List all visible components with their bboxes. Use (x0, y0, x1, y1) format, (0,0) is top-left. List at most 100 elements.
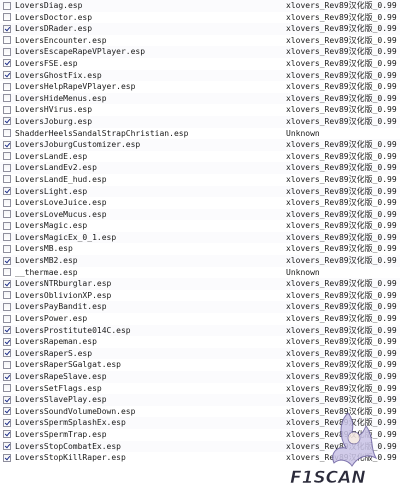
plugin-checkbox[interactable] (3, 129, 11, 138)
plugin-checkbox[interactable] (3, 384, 11, 393)
plugin-row[interactable]: ShadderHeelsSandalStrapChristian.esp Unkn… (0, 128, 400, 140)
plugin-row[interactable]: LoversDiag.esp xlovers_Rev89汉化版_0.99 (0, 0, 400, 12)
plugin-row[interactable]: LoversRaperS.esp xlovers_Rev89汉化版_0.99 (0, 347, 400, 360)
plugin-name: LoversFSE.esp (15, 58, 78, 68)
plugin-row[interactable]: LoversNTRburglar.esp xlovers_Rev89汉化版_0.9… (0, 278, 400, 290)
plugin-row[interactable]: LoversRapeman.esp xlovers_Rev89汉化版_0.99 (0, 336, 400, 348)
plugin-checkbox[interactable] (3, 117, 11, 126)
plugin-name: LoversSlavePlay.esp (15, 395, 107, 405)
plugin-master: xlovers_Rev89汉化版_0.99 (286, 163, 397, 173)
plugin-checkbox[interactable] (3, 36, 11, 45)
plugin-checkbox[interactable] (3, 314, 11, 323)
plugin-row[interactable]: LoversHVirus.esp xlovers_Rev89汉化版_0.99 (0, 104, 400, 116)
plugin-name: LoversLight.esp (15, 186, 88, 196)
plugin-name: LoversDiag.esp (15, 1, 83, 10)
plugin-row[interactable]: LoversLandE_hud.esp xlovers_Rev89汉化版_0.99 (0, 174, 400, 186)
plugin-checkbox[interactable] (3, 1, 11, 10)
plugin-row[interactable]: LoversMB2.esp xlovers_Rev89汉化版_0.99 (0, 255, 400, 267)
plugin-row[interactable]: LoversSpermSplashEx.esp xlovers_Rev89汉化版_… (0, 417, 400, 429)
plugin-row[interactable]: LoversJoburgCustomizer.esp xlovers_Rev89汉… (0, 139, 400, 151)
plugin-checkbox[interactable] (3, 442, 11, 451)
plugin-master: xlovers_Rev89汉化版_0.99 (286, 453, 397, 463)
plugin-row[interactable]: LoversLandEv2.esp xlovers_Rev89汉化版_0.99 (0, 162, 400, 174)
plugin-row[interactable]: LoversDRader.esp xlovers_Rev89汉化版_0.99 (0, 23, 400, 35)
plugin-checkbox[interactable] (3, 13, 11, 22)
plugin-checkbox[interactable] (3, 198, 11, 207)
plugin-row[interactable]: LoversProstitute014C.esp xlovers_Rev89汉化版… (0, 324, 400, 337)
plugin-checkbox[interactable] (3, 82, 11, 91)
plugin-row[interactable]: LoversMagic.esp xlovers_Rev89汉化版_0.99 (0, 220, 400, 232)
plugin-row[interactable]: LoversSpermTrap.esp xlovers_Rev89汉化版_0.99 (0, 429, 400, 441)
plugin-checkbox[interactable] (3, 279, 11, 288)
plugin-master: xlovers_Rev89汉化版_0.99 (286, 140, 397, 150)
plugin-name: LoversSpermSplashEx.esp (15, 418, 126, 428)
plugin-row[interactable]: __thermae.esp Unknown (0, 267, 400, 279)
plugin-checkbox[interactable] (3, 430, 11, 439)
plugin-master: xlovers_Rev89汉化版_0.99 (286, 290, 397, 300)
plugin-master: xlovers_Rev89汉化版_0.99 (286, 441, 397, 451)
plugin-checkbox[interactable] (3, 221, 11, 230)
plugin-row[interactable]: LoversLandE.esp xlovers_Rev89汉化版_0.99 (0, 151, 400, 163)
plugin-row[interactable]: LoversDoctor.esp xlovers_Rev89汉化版_0.99 (0, 12, 400, 24)
plugin-row[interactable]: LoversJoburg.esp xlovers_Rev89汉化版_0.99 (0, 115, 400, 128)
plugin-master: xlovers_Rev89汉化版_0.99 (286, 198, 397, 208)
plugin-row[interactable]: LoversPayBandit.esp xlovers_Rev89汉化版_0.99 (0, 301, 400, 314)
plugin-row[interactable]: LoversOblivionXP.esp xlovers_Rev89汉化版_0.9… (0, 290, 400, 302)
plugin-checkbox[interactable] (3, 302, 11, 311)
plugin-checkbox[interactable] (3, 187, 11, 195)
plugin-row[interactable]: LoversSlavePlay.esp xlovers_Rev89汉化版_0.99 (0, 394, 400, 406)
plugin-row[interactable]: LoversSetFlags.esp xlovers_Rev89汉化版_0.99 (0, 383, 400, 395)
plugin-name: LoversRapeman.esp (15, 337, 97, 347)
plugin-checkbox[interactable] (3, 407, 11, 416)
plugin-row[interactable]: LoversMB.esp xlovers_Rev89汉化版_0.99 (0, 243, 400, 255)
plugin-row[interactable]: LoversHelpRapeVPlayer.esp xlovers_Rev89汉化… (0, 81, 400, 93)
plugin-checkbox[interactable] (3, 94, 11, 103)
plugin-row[interactable]: LoversRaperSGalgat.esp xlovers_Rev89汉化版_0… (0, 359, 400, 371)
plugin-checkbox[interactable] (3, 360, 11, 369)
plugin-row[interactable]: LoversStopCombatEx.esp xlovers_Rev89汉化版_0… (0, 440, 400, 453)
plugin-row[interactable]: LoversRapeSlave.esp xlovers_Rev89汉化版_0.99 (0, 371, 400, 383)
plugin-master: xlovers_Rev89汉化版_0.99 (286, 209, 397, 219)
plugin-checkbox[interactable] (3, 349, 11, 358)
plugin-row[interactable]: LoversFSE.esp xlovers_Rev89汉化版_0.99 (0, 58, 400, 70)
plugin-checkbox[interactable] (3, 244, 11, 253)
plugin-master: xlovers_Rev89汉化版_0.99 (286, 244, 397, 254)
plugin-checkbox[interactable] (3, 71, 11, 80)
plugin-master: xlovers_Rev89汉化版_0.99 (286, 406, 397, 416)
plugin-row[interactable]: LoversPower.esp xlovers_Rev89汉化版_0.99 (0, 313, 400, 325)
plugin-checkbox[interactable] (3, 175, 11, 184)
plugin-row[interactable]: LoversHideMenus.esp xlovers_Rev89汉化版_0.99 (0, 92, 400, 105)
plugin-checkbox[interactable] (3, 24, 11, 33)
plugin-row[interactable]: LoversMagicEx_0_1.esp xlovers_Rev89汉化版_0.… (0, 231, 400, 244)
plugin-checkbox[interactable] (3, 268, 11, 277)
plugin-checkbox[interactable] (3, 326, 11, 335)
plugin-checkbox[interactable] (3, 256, 11, 265)
plugin-checkbox[interactable] (3, 233, 11, 242)
plugin-master: xlovers_Rev89汉化版_0.99 (286, 395, 397, 405)
plugin-row[interactable]: LoversLoveJuice.esp xlovers_Rev89汉化版_0.99 (0, 197, 400, 209)
plugin-row[interactable]: LoversLoveMucus.esp xlovers_Rev89汉化版_0.99 (0, 208, 400, 221)
plugin-row[interactable]: LoversEncounter.esp xlovers_Rev89汉化版_0.99 (0, 35, 400, 47)
plugin-row[interactable]: LoversStopKillRaper.esp xlovers_Rev89汉化版_… (0, 452, 400, 464)
plugin-row[interactable]: LoversLight.esp xlovers_Rev89汉化版_0.99 (0, 185, 400, 198)
plugin-checkbox[interactable] (3, 337, 11, 346)
plugin-row[interactable]: LoversSoundVolumeDown.esp xlovers_Rev89汉化… (0, 406, 400, 418)
plugin-master: xlovers_Rev89汉化版_0.99 (286, 348, 397, 358)
plugin-name: __thermae.esp (15, 267, 78, 277)
plugin-checkbox[interactable] (3, 372, 11, 381)
plugin-checkbox[interactable] (3, 140, 11, 149)
plugin-name: LoversLoveJuice.esp (15, 198, 107, 208)
plugin-checkbox[interactable] (3, 163, 11, 172)
plugin-checkbox[interactable] (3, 395, 11, 404)
plugin-name: LoversHelpRapeVPlayer.esp (15, 82, 136, 92)
plugin-checkbox[interactable] (3, 152, 11, 161)
plugin-checkbox[interactable] (3, 418, 11, 427)
plugin-checkbox[interactable] (3, 47, 11, 56)
plugin-row[interactable]: LoversGhostFix.esp xlovers_Rev89汉化版_0.99 (0, 69, 400, 82)
plugin-checkbox[interactable] (3, 453, 11, 462)
plugin-checkbox[interactable] (3, 210, 11, 219)
plugin-checkbox[interactable] (3, 59, 11, 68)
plugin-checkbox[interactable] (3, 291, 11, 300)
plugin-checkbox[interactable] (3, 105, 11, 114)
plugin-row[interactable]: LoversEscapeRapeVPlayer.esp xlovers_Rev89… (0, 46, 400, 58)
